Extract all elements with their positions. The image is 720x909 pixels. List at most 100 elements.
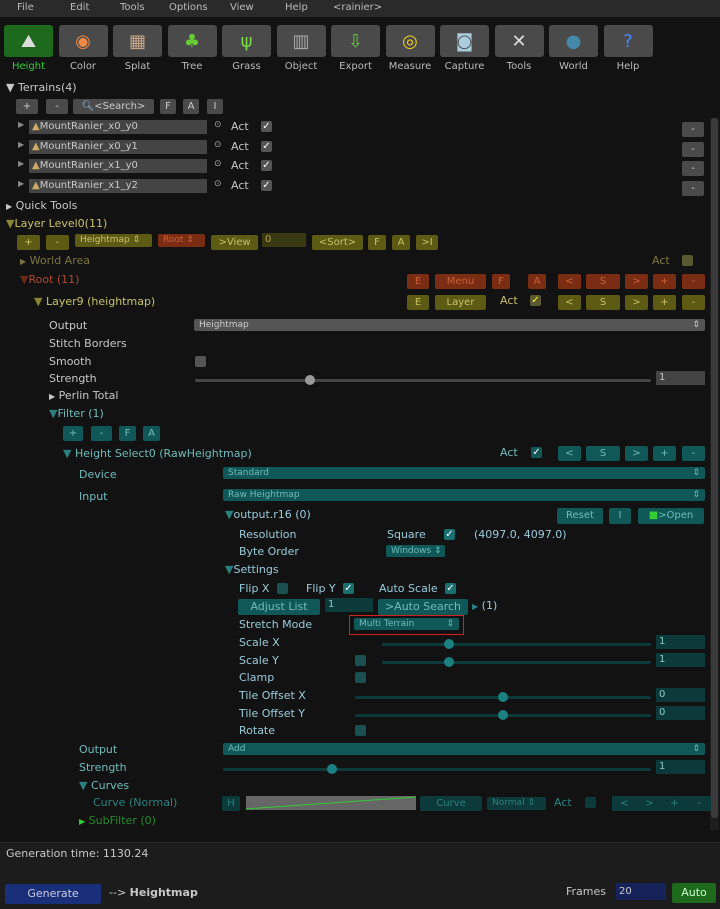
subfilter-header[interactable]: ▶ SubFilter (0) [79, 814, 156, 827]
toolbar-tools-button[interactable]: ✕ [494, 25, 544, 57]
filter-output-dropdown[interactable]: Add ⇕ [223, 743, 705, 755]
layer-level-header[interactable]: ▼Layer Level0(11) [6, 217, 107, 230]
root-button-0[interactable]: E [407, 274, 429, 289]
scale-x-field[interactable]: 1 [656, 635, 705, 649]
i-button[interactable]: >I [416, 235, 438, 250]
curve-preview[interactable] [246, 796, 416, 810]
slider-knob[interactable] [444, 657, 454, 667]
filter-strength-slider[interactable] [223, 764, 651, 774]
menu-help[interactable]: Help [285, 2, 308, 13]
toolbar-color-button[interactable]: ◉ [58, 25, 108, 57]
root-button-4[interactable]: < [558, 274, 581, 289]
layer9-nav-button[interactable]: > [625, 295, 648, 310]
quick-tools-header[interactable]: ▶ Quick Tools [6, 199, 77, 212]
expand-icon[interactable]: ▶ [18, 159, 24, 168]
output-dropdown[interactable]: Heightmap ⇕ [194, 319, 705, 331]
remove-terrain-button[interactable]: - [682, 180, 704, 196]
height-select-nav-button[interactable]: + [653, 446, 676, 461]
reset-button[interactable]: Reset [557, 508, 603, 524]
slider-knob[interactable] [498, 710, 508, 720]
tile-y-slider[interactable] [355, 710, 651, 720]
remove-layer-button[interactable]: - [46, 235, 69, 250]
expand-icon[interactable]: ▶ [18, 140, 24, 149]
toolbar-capture-button[interactable]: ◙ [440, 25, 489, 57]
frames-field[interactable]: 20 [616, 883, 666, 900]
layer9-nav-button[interactable]: + [653, 295, 676, 310]
scale-x-slider[interactable] [382, 639, 651, 649]
world-area-act-checkbox[interactable] [682, 255, 693, 266]
remove-terrain-button[interactable]: - [682, 161, 704, 176]
view-button[interactable]: >View [211, 235, 258, 250]
toolbar-measure-button[interactable]: ◎ [385, 25, 435, 57]
terrain-act-checkbox[interactable]: ✓ [261, 121, 272, 132]
remove-terrain-button[interactable]: - [682, 122, 704, 137]
filter-header[interactable]: ▼Filter (1) [49, 407, 104, 420]
tile-y-field[interactable]: 0 [656, 706, 705, 720]
height-select-act-checkbox[interactable]: ✓ [531, 447, 542, 458]
filter-button[interactable]: A [143, 426, 160, 441]
menu-edit[interactable]: Edit [70, 2, 89, 13]
menu-view[interactable]: View [230, 2, 254, 13]
toolbar-height-button[interactable]: ⛰ [4, 25, 53, 57]
curve-nav-button[interactable]: + [662, 796, 687, 811]
slider-knob[interactable] [498, 692, 508, 702]
filter-button[interactable]: - [91, 426, 112, 441]
root-button-5[interactable]: S [586, 274, 620, 289]
layer9-nav-button[interactable]: S [586, 295, 620, 310]
rotate-checkbox[interactable] [355, 725, 366, 736]
menu-file[interactable]: File [17, 2, 34, 13]
root-button-7[interactable]: + [653, 274, 676, 289]
terrain-act-checkbox[interactable]: ✓ [261, 179, 272, 191]
stretch-mode-dropdown[interactable]: Multi Terrain ⇕ [354, 618, 459, 630]
target-icon[interactable]: ⊙ [214, 120, 222, 130]
add-layer-button[interactable]: + [17, 235, 40, 250]
menu-tools[interactable]: Tools [120, 2, 145, 13]
terrain-item[interactable]: ▲MountRanier_x0_y0 [29, 120, 207, 134]
scale-y-slider[interactable] [382, 657, 651, 667]
height-select-nav-button[interactable]: S [586, 446, 620, 461]
expand-icon[interactable]: ▶ [18, 120, 24, 129]
terrain-search-button[interactable]: 🔍︎<Search> [73, 99, 154, 114]
toolbar-splat-button[interactable]: ▦ [113, 25, 162, 57]
menu-options[interactable]: Options [169, 2, 208, 13]
toolbar-object-button[interactable]: ▥ [276, 25, 326, 57]
scale-y-field[interactable]: 1 [656, 653, 705, 667]
curve-h-button[interactable]: H [222, 796, 240, 811]
curve-nav-button[interactable]: - [687, 796, 711, 811]
root-button-8[interactable]: - [682, 274, 705, 289]
terrain-f-button[interactable]: F [160, 99, 176, 114]
layer-type-dropdown[interactable]: Heightmap ⇕ [75, 234, 152, 247]
a-button[interactable]: A [392, 235, 410, 250]
f-button[interactable]: F [368, 235, 386, 250]
byte-order-dropdown[interactable]: Windows ⇕ [386, 545, 445, 557]
adjust-list-field[interactable]: 1 [325, 598, 373, 612]
strength-field[interactable]: 1 [656, 371, 705, 385]
file-header[interactable]: ▼output.r16 (0) [225, 508, 311, 521]
curve-mode-dropdown[interactable]: Normal ⇕ [487, 797, 546, 810]
height-select-header[interactable]: ▼ Height Select0 (RawHeightmap) [63, 447, 252, 460]
filter-button[interactable]: + [63, 426, 83, 441]
target-icon[interactable]: ⊙ [214, 140, 222, 150]
terrain-act-checkbox[interactable]: ✓ [261, 160, 272, 171]
root-header[interactable]: ▼Root (11) [20, 273, 79, 286]
target-icon[interactable]: ⊙ [214, 179, 222, 189]
flip-y-checkbox[interactable]: ✓ [343, 583, 354, 594]
toolbar-grass-button[interactable]: ψ [222, 25, 271, 57]
scrollbar[interactable] [710, 118, 719, 830]
terrain-act-checkbox[interactable]: ✓ [261, 140, 272, 152]
height-select-nav-button[interactable]: - [682, 446, 705, 461]
perlin-total-header[interactable]: ▶ Perlin Total [49, 389, 118, 402]
scale-y-checkbox[interactable] [355, 655, 366, 666]
scrollbar-thumb[interactable] [711, 118, 718, 818]
toolbar-export-button[interactable]: ⇩ [331, 25, 380, 57]
sort-button[interactable]: <Sort> [312, 235, 363, 250]
flip-x-checkbox[interactable] [277, 583, 288, 594]
layer9-header[interactable]: ▼ Layer9 (heightmap) [34, 295, 155, 308]
slider-knob[interactable] [444, 639, 454, 649]
terrains-header[interactable]: ▼ Terrains(4) [6, 81, 77, 94]
layer9-nav-button[interactable]: - [682, 295, 705, 310]
generate-button[interactable]: Generate [5, 884, 101, 904]
strength-slider-knob[interactable] [305, 375, 315, 385]
terrain-item[interactable]: ▲MountRanier_x1_y2 [29, 178, 207, 193]
smooth-checkbox[interactable] [195, 356, 206, 367]
